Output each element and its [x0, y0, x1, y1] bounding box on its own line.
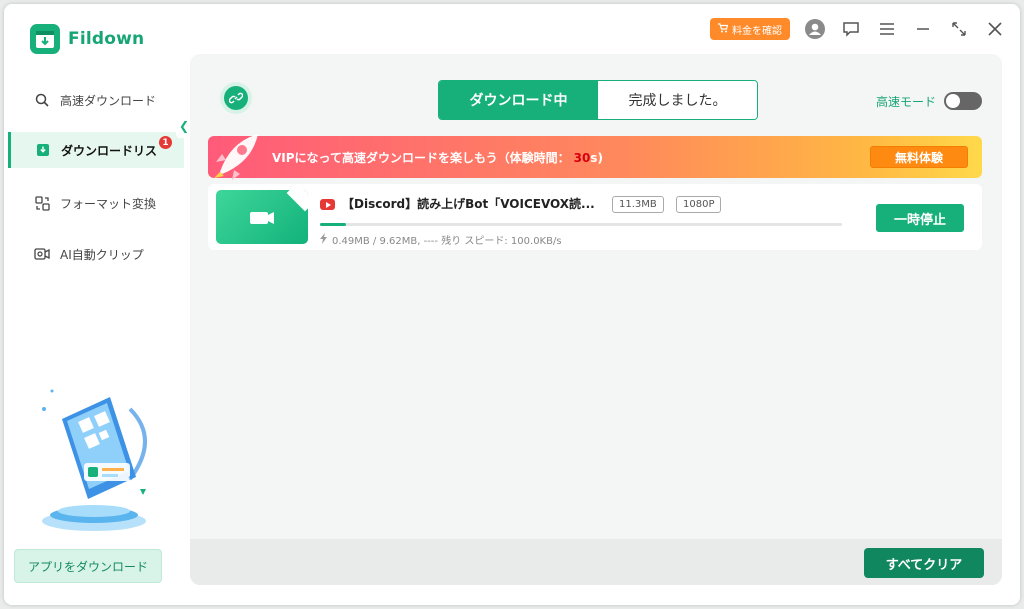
vip-banner: VIPになって高速ダウンロードを楽しもう（体験時間： 30 s) 無料体験: [208, 134, 982, 180]
sidebar-item-label: AI自動クリップ: [60, 247, 144, 262]
download-tabs: ダウンロード中 完成しました。: [438, 80, 758, 120]
rocket-icon: [212, 130, 266, 180]
sidebar-item-ai-clip[interactable]: AI自動クリップ: [4, 236, 190, 272]
paste-link-button[interactable]: [220, 82, 252, 114]
vip-suffix: s): [590, 151, 603, 165]
cart-icon: [718, 22, 729, 36]
download-stats: 0.49MB / 9.62MB, ---- 残り スピード: 100.0KB/s: [320, 232, 562, 247]
main-panel: ダウンロード中 完成しました。 高速モード VIPになって高速ダウンロードを楽し…: [190, 54, 1002, 585]
title-bar-controls: 料金を確認: [710, 18, 1006, 40]
vip-message: VIPになって高速ダウンロードを楽しもう（体験時間：: [272, 151, 570, 165]
minimize-icon[interactable]: [912, 18, 934, 40]
tab-downloading[interactable]: ダウンロード中: [439, 81, 598, 119]
free-trial-button[interactable]: 無料体験: [870, 146, 968, 168]
download-list-icon: [35, 142, 51, 158]
sidebar-item-label: フォーマット変換: [60, 196, 157, 211]
sidebar-item-download-list[interactable]: ダウンロードリス 1: [8, 132, 184, 168]
search-icon: [34, 92, 50, 108]
lightning-icon: [320, 232, 328, 247]
notification-badge: 1: [159, 136, 172, 149]
sidebar-item-label: ダウンロードリス: [61, 143, 158, 158]
link-icon: [224, 86, 248, 110]
format-convert-icon: [34, 195, 50, 211]
download-stats-text: 0.49MB / 9.62MB, ---- 残り スピード: 100.0KB/s: [332, 236, 562, 247]
youtube-icon: [320, 199, 335, 210]
pricing-label: 料金を確認: [732, 25, 782, 37]
vip-countdown: 30: [573, 151, 591, 165]
download-item: 【Discord】読み上げBot「VOICEVOX読... 11.3MB 108…: [208, 184, 982, 250]
user-avatar-icon[interactable]: [804, 18, 826, 40]
app-download-button[interactable]: アプリをダウンロード: [14, 549, 162, 583]
speed-mode-toggle[interactable]: [944, 92, 982, 110]
speed-mode: 高速モード: [876, 92, 982, 110]
ai-clip-icon: [34, 246, 50, 262]
phone-qr-illustration: [32, 379, 162, 539]
vip-promo-text: VIPになって高速ダウンロードを楽しもう（体験時間： 30 s): [272, 149, 603, 166]
tab-completed[interactable]: 完成しました。: [598, 81, 757, 119]
fildown-logo-icon: [30, 24, 60, 54]
maximize-icon[interactable]: [948, 18, 970, 40]
app-logo: Fildown: [30, 24, 144, 54]
clear-all-button[interactable]: すべてクリア: [864, 548, 984, 578]
pricing-button[interactable]: 料金を確認: [710, 18, 790, 40]
menu-icon[interactable]: [876, 18, 898, 40]
pause-button[interactable]: 一時停止: [876, 204, 964, 232]
speed-mode-label: 高速モード: [875, 94, 936, 109]
app-window: Fildown 料金を確認 高速ダウンロード ダウンロードリス 1 フォーマット…: [4, 4, 1020, 605]
download-progress-bar: [320, 223, 842, 226]
close-icon[interactable]: [984, 18, 1006, 40]
sidebar-item-label: 高速ダウンロード: [60, 93, 157, 108]
file-size-chip: 11.3MB: [612, 196, 664, 213]
app-name: Fildown: [68, 29, 145, 49]
download-progress-fill: [320, 223, 347, 226]
feedback-icon[interactable]: [840, 18, 862, 40]
quality-chip: 1080P: [676, 196, 722, 213]
video-thumbnail: [216, 190, 308, 244]
sidebar-item-fast-download[interactable]: 高速ダウンロード: [4, 82, 190, 118]
footer-bar: すべてクリア: [190, 539, 1002, 585]
sidebar-item-format-convert[interactable]: フォーマット変換: [4, 185, 190, 221]
download-title: 【Discord】読み上げBot「VOICEVOX読...: [342, 197, 595, 211]
sidebar: 高速ダウンロード ダウンロードリス 1 フォーマット変換 AI自動クリップ アプ…: [4, 74, 190, 605]
